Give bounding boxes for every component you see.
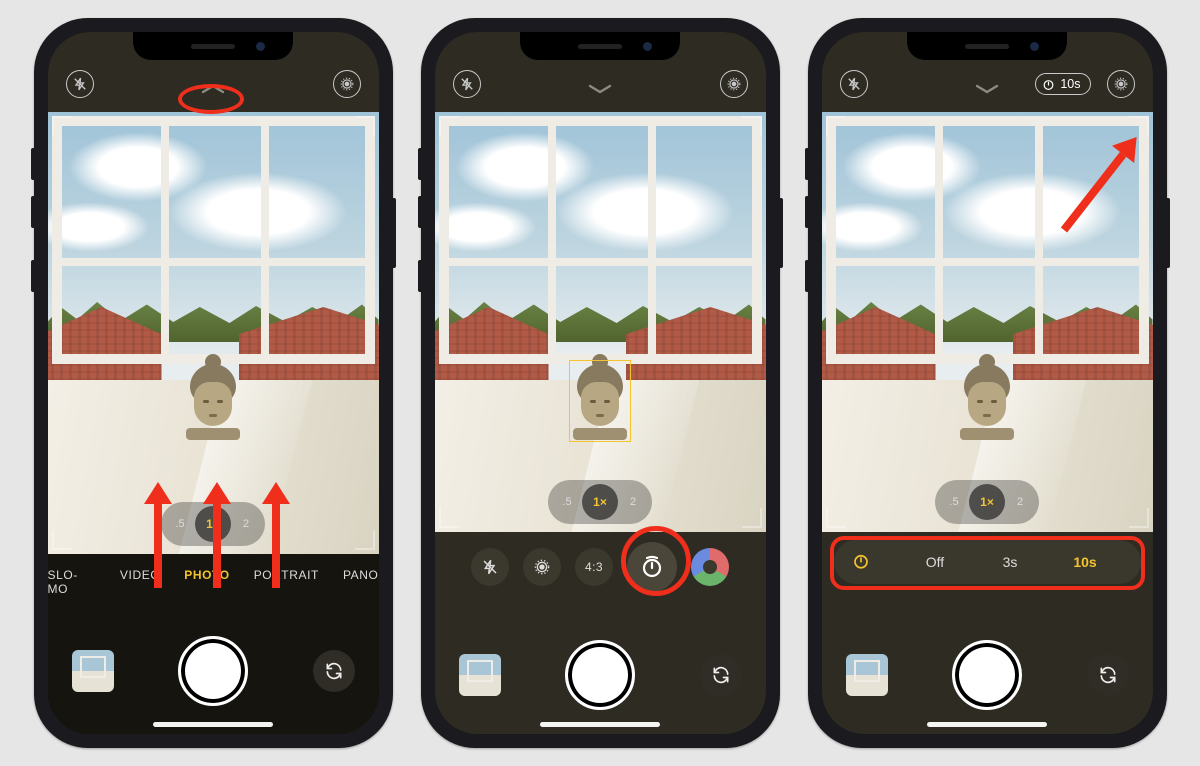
drawer-aspect[interactable]: 4:3: [575, 548, 613, 586]
shutter-button[interactable]: [178, 636, 248, 706]
notch: [907, 32, 1067, 60]
zoom-control[interactable]: .5 1× 2: [161, 502, 265, 546]
viewfinder[interactable]: .5 1× 2: [48, 112, 379, 554]
timer-off[interactable]: Off: [898, 554, 973, 570]
mode-photo[interactable]: PHOTO: [184, 568, 229, 596]
shutter-button[interactable]: [565, 640, 635, 710]
last-photo-thumbnail[interactable]: [846, 654, 888, 696]
live-photo-button[interactable]: [720, 70, 748, 98]
timer-indicator-label: 10s: [1060, 77, 1080, 91]
zoom-control[interactable]: .5 1× 2: [548, 480, 652, 524]
flash-button[interactable]: [840, 70, 868, 98]
focus-box: [569, 360, 631, 442]
flip-camera-button[interactable]: [313, 650, 355, 692]
zoom-wide[interactable]: .5: [939, 487, 969, 517]
camera-bottom: SLO-MO VIDEO PHOTO PORTRAIT PANO: [48, 554, 379, 734]
last-photo-thumbnail[interactable]: [459, 654, 501, 696]
timer-3s[interactable]: 3s: [973, 554, 1048, 570]
mode-video[interactable]: VIDEO: [120, 568, 160, 596]
mode-pano[interactable]: PANO: [343, 568, 379, 596]
last-photo-thumbnail[interactable]: [72, 650, 114, 692]
iphone-frame: 10s .5 1× 2: [808, 18, 1167, 748]
zoom-wide[interactable]: .5: [552, 487, 582, 517]
zoom-wide[interactable]: .5: [165, 509, 195, 539]
drawer-live[interactable]: [523, 548, 561, 586]
notch: [520, 32, 680, 60]
camera-bottom: Off 3s 10s: [822, 532, 1153, 734]
live-photo-button[interactable]: [1107, 70, 1135, 98]
zoom-tele[interactable]: 2: [231, 509, 261, 539]
drawer-timer[interactable]: [627, 542, 677, 592]
camera-screen: .5 1× 2 4:3: [435, 32, 766, 734]
timer-icon: [852, 552, 870, 573]
camera-screen: 10s .5 1× 2: [822, 32, 1153, 734]
flip-camera-button[interactable]: [700, 654, 742, 696]
mode-strip[interactable]: SLO-MO VIDEO PHOTO PORTRAIT PANO: [48, 568, 379, 596]
drawer-toggle-chevron[interactable]: [586, 82, 614, 96]
drawer-filters[interactable]: [691, 548, 729, 586]
timer-options: Off 3s 10s: [834, 540, 1141, 584]
camera-screen: .5 1× 2 SLO-MO VIDEO PHOTO PORTRAIT PANO: [48, 32, 379, 734]
zoom-1x[interactable]: 1×: [582, 484, 618, 520]
timer-10s[interactable]: 10s: [1048, 554, 1123, 570]
shutter-button[interactable]: [952, 640, 1022, 710]
iphone-frame: .5 1× 2 4:3: [421, 18, 780, 748]
zoom-1x[interactable]: 1×: [969, 484, 1005, 520]
notch: [133, 32, 293, 60]
home-indicator[interactable]: [540, 722, 660, 727]
zoom-tele[interactable]: 2: [618, 487, 648, 517]
iphone-frame: .5 1× 2 SLO-MO VIDEO PHOTO PORTRAIT PANO: [34, 18, 393, 748]
zoom-1x[interactable]: 1×: [195, 506, 231, 542]
flip-camera-button[interactable]: [1087, 654, 1129, 696]
mode-slomo[interactable]: SLO-MO: [48, 568, 96, 596]
flash-button[interactable]: [66, 70, 94, 98]
flash-button[interactable]: [453, 70, 481, 98]
drawer-toggle-chevron[interactable]: [973, 82, 1001, 96]
viewfinder[interactable]: .5 1× 2: [822, 112, 1153, 532]
home-indicator[interactable]: [153, 722, 273, 727]
viewfinder[interactable]: .5 1× 2: [435, 112, 766, 532]
tutorial-steps: .5 1× 2 SLO-MO VIDEO PHOTO PORTRAIT PANO: [18, 2, 1183, 764]
home-indicator[interactable]: [927, 722, 1047, 727]
control-drawer: 4:3: [435, 542, 766, 592]
live-photo-button[interactable]: [333, 70, 361, 98]
zoom-control[interactable]: .5 1× 2: [935, 480, 1039, 524]
drawer-flash[interactable]: [471, 548, 509, 586]
zoom-tele[interactable]: 2: [1005, 487, 1035, 517]
camera-bottom: 4:3: [435, 532, 766, 734]
drawer-toggle-chevron[interactable]: [199, 82, 227, 96]
timer-indicator[interactable]: 10s: [1035, 73, 1090, 95]
mode-portrait[interactable]: PORTRAIT: [254, 568, 319, 596]
